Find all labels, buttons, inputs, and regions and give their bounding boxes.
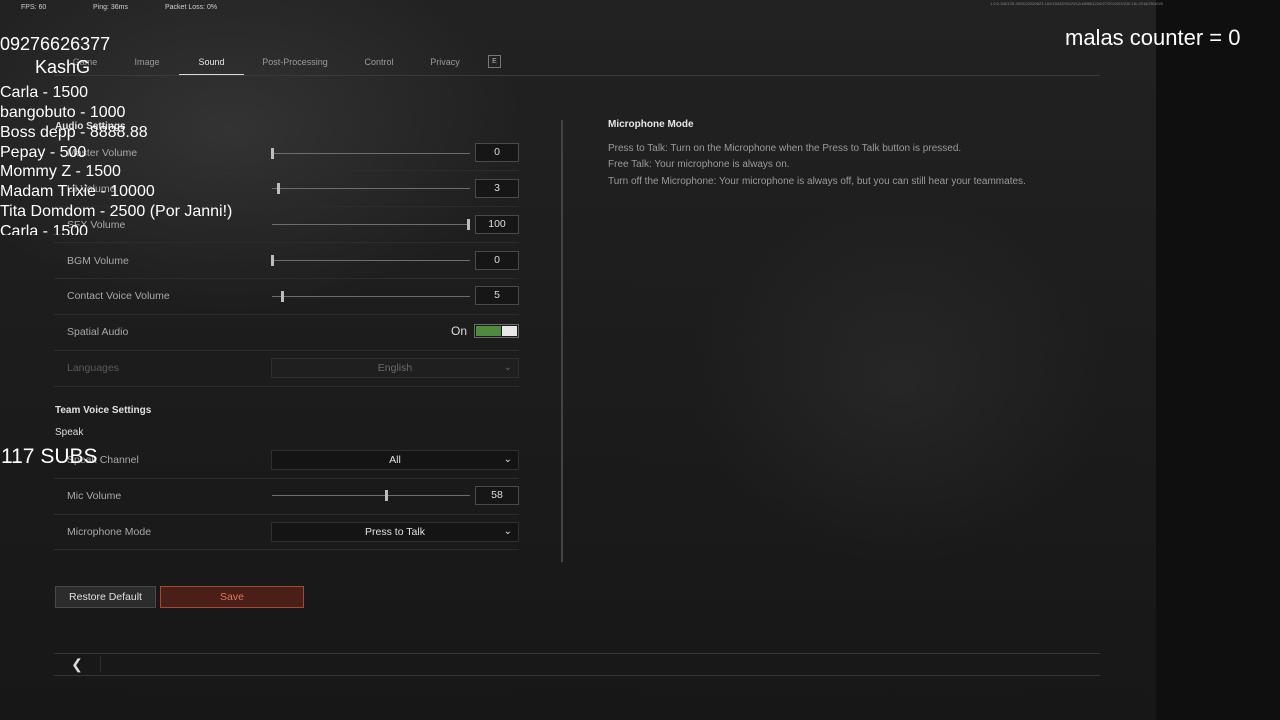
bgm-volume-handle[interactable] — [271, 255, 274, 266]
microphone-mode-dropdown[interactable]: Press to Talk ⌄ — [271, 522, 519, 542]
microphone-mode-value: Press to Talk — [365, 526, 425, 538]
bgm-volume-label: BGM Volume — [67, 255, 129, 267]
back-button[interactable]: ❮ — [65, 654, 89, 674]
row-divider — [54, 314, 519, 315]
row-divider — [54, 514, 519, 515]
footer-divider — [54, 675, 1100, 676]
donation-item: bangobuto - 1000 — [0, 104, 126, 121]
speak-channel-value: All — [389, 454, 401, 466]
tab-post-processing[interactable]: Post-Processing — [258, 56, 332, 76]
row-divider — [54, 386, 519, 387]
row-divider — [54, 350, 519, 351]
mic-volume-handle[interactable] — [385, 490, 388, 501]
ui-volume-slider[interactable] — [272, 188, 470, 189]
donation-item: Carla - 1500 — [0, 223, 89, 235]
contact-voice-volume-label: Contact Voice Volume — [67, 290, 170, 302]
master-volume-slider[interactable] — [272, 153, 470, 154]
sfx-volume-handle[interactable] — [467, 219, 470, 230]
overlay-subs: 117 SUBS — [1, 445, 98, 468]
overlay-name: KashG — [35, 57, 91, 77]
team-voice-settings-title: Team Voice Settings — [55, 405, 152, 416]
tab-privacy[interactable]: Privacy — [425, 56, 465, 76]
overlay-counter: malas counter = 0 — [1065, 25, 1241, 50]
chevron-left-icon: ❮ — [71, 656, 83, 672]
donation-item: Carla - 1500 — [0, 85, 89, 101]
row-divider — [54, 549, 519, 550]
row-divider — [54, 278, 519, 279]
donation-item: Tita Domdom - 2500 (Por Janni!) — [0, 203, 233, 220]
tab-next-key-icon[interactable]: E — [488, 55, 501, 68]
ui-volume-value[interactable]: 3 — [475, 179, 519, 198]
contact-voice-volume-handle[interactable] — [281, 291, 284, 302]
master-volume-handle[interactable] — [271, 148, 274, 159]
help-line: Turn off the Microphone: Your microphone… — [608, 176, 1026, 187]
overlay-phone: 09276626377 — [0, 34, 111, 54]
chevron-down-icon: ⌄ — [503, 362, 512, 373]
footer-divider — [54, 653, 1100, 654]
microphone-mode-label: Microphone Mode — [67, 526, 152, 538]
tab-divider — [54, 75, 1100, 76]
languages-value: English — [377, 362, 413, 374]
bgm-volume-slider[interactable] — [272, 260, 470, 261]
panel-scrollbar[interactable] — [561, 120, 563, 562]
toggle-knob — [502, 326, 517, 336]
donation-item: Boss depp - 8888.88 — [0, 124, 148, 141]
languages-label: Languages — [67, 362, 119, 374]
sfx-volume-value[interactable]: 100 — [475, 215, 519, 234]
row-divider — [54, 478, 519, 479]
ping-readout: Ping: 36ms — [93, 4, 129, 11]
help-title: Microphone Mode — [608, 119, 694, 130]
sfx-volume-slider[interactable] — [272, 224, 470, 225]
spatial-audio-toggle[interactable] — [474, 324, 519, 338]
donation-item: Pepay - 500 — [0, 144, 87, 161]
help-line: Press to Talk: Turn on the Microphone wh… — [608, 143, 962, 154]
ui-volume-handle[interactable] — [277, 183, 280, 194]
speak-channel-dropdown[interactable]: All ⌄ — [271, 450, 519, 470]
help-line: Free Talk: Your microphone is always on. — [608, 159, 790, 170]
build-string: 1.0.0.118/120-33/2022020623-160/1543/2/0… — [990, 1, 1163, 6]
mic-volume-label: Mic Volume — [67, 490, 122, 502]
tab-control[interactable]: Control — [359, 56, 399, 76]
chevron-down-icon: ⌄ — [503, 526, 512, 537]
spatial-audio-label: Spatial Audio — [67, 326, 129, 338]
mic-volume-slider[interactable] — [272, 495, 470, 496]
footer-separator — [100, 656, 101, 672]
bgm-volume-value[interactable]: 0 — [475, 251, 519, 270]
speak-subtitle: Speak — [55, 427, 84, 438]
tab-sound[interactable]: Sound — [179, 56, 244, 76]
languages-dropdown: English ⌄ — [271, 358, 519, 378]
save-button[interactable]: Save — [160, 586, 304, 608]
restore-default-button[interactable]: Restore Default — [55, 586, 156, 608]
mic-volume-value[interactable]: 58 — [475, 486, 519, 505]
row-divider — [54, 242, 519, 243]
tab-image[interactable]: Image — [130, 56, 164, 76]
contact-voice-volume-value[interactable]: 5 — [475, 286, 519, 305]
fps-readout: FPS: 60 — [21, 4, 47, 11]
donation-item: Madam Trixie - 10000 — [0, 183, 155, 200]
contact-voice-volume-slider[interactable] — [272, 296, 470, 297]
donation-item: Mommy Z - 1500 — [0, 163, 121, 180]
master-volume-value[interactable]: 0 — [475, 143, 519, 162]
overlay-donation-list: Carla - 1500 bangobuto - 1000 Boss depp … — [0, 85, 260, 235]
chevron-down-icon: ⌄ — [503, 454, 512, 465]
packet-loss-readout: Packet Loss: 0% — [165, 4, 218, 11]
right-shade — [1156, 0, 1280, 720]
toggle-on-fill — [476, 326, 501, 336]
spatial-audio-state: On — [451, 324, 468, 338]
